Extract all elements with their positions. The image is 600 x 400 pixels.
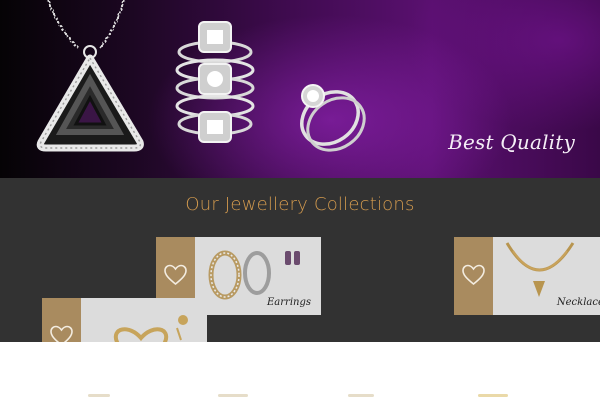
favorite-tab[interactable] [454,237,493,315]
ring-stack-image [175,21,255,143]
collection-card-necklaces[interactable]: Necklaces [454,237,600,315]
section-title: Our Jewellery Collections [185,194,415,215]
favorite-tab[interactable] [42,298,81,342]
engagement-ring-image [300,84,366,152]
heart-icon [50,325,73,342]
below-fold-area [0,342,600,400]
collections-section: Our Jewellery Collections Earrings Neckl… [0,178,600,342]
partial-thumbnail [88,394,110,397]
earrings-image: Earrings [195,237,321,315]
hero-caption: Best Quality [448,130,575,154]
ring-image [81,298,207,342]
necklace-image: Necklaces [493,237,600,315]
hero-banner: Best Quality [0,0,600,178]
partial-thumbnail [348,394,374,397]
card-label: Necklaces [556,297,600,308]
ring-illustration [113,315,188,342]
partial-thumbnail [218,394,248,397]
collection-card-rings[interactable] [42,298,207,342]
heart-icon [164,264,187,286]
card-label: Earrings [267,297,311,308]
heart-icon [462,264,485,286]
pendant-image [36,0,144,152]
partial-thumbnail [478,394,508,397]
